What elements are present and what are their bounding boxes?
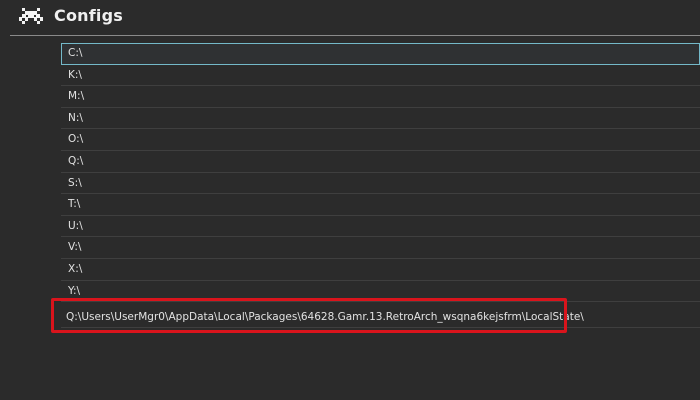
directory-item-label: C:\ xyxy=(68,47,83,59)
directory-item[interactable]: U:\ xyxy=(61,216,700,238)
directory-item[interactable]: T:\ xyxy=(61,194,700,216)
directory-item-label: S:\ xyxy=(68,176,82,189)
directory-list: C:\ K:\ M:\ N:\ O:\ Q:\ S:\ T:\ U:\ V:\ X:\ Y:\ Q:\… xyxy=(61,43,700,329)
directory-item-label: X:\ xyxy=(68,262,83,275)
directory-item[interactable]: C:\ xyxy=(61,43,700,65)
retroarch-logo-icon xyxy=(19,8,43,24)
directory-item[interactable]: M:\ xyxy=(61,86,700,108)
header-bar: Configs xyxy=(0,0,700,36)
directory-item[interactable]: X:\ xyxy=(61,259,700,281)
directory-item-label: T:\ xyxy=(68,198,81,211)
directory-item-label: O:\ xyxy=(68,133,84,146)
directory-item-label: K:\ xyxy=(68,68,82,81)
directory-item[interactable]: N:\ xyxy=(61,108,700,130)
page-title: Configs xyxy=(54,6,123,25)
directory-item[interactable]: V:\ xyxy=(61,237,700,259)
red-highlight-annotation xyxy=(51,298,567,333)
directory-item-label: Q:\ xyxy=(68,154,84,167)
directory-item-label: U:\ xyxy=(68,219,83,232)
directory-item[interactable]: Q:\ xyxy=(61,151,700,173)
directory-item-label: M:\ xyxy=(68,90,85,103)
directory-item-label: Y:\ xyxy=(68,284,81,297)
directory-item[interactable]: S:\ xyxy=(61,173,700,195)
directory-item[interactable]: K:\ xyxy=(61,65,700,87)
directory-item-label: N:\ xyxy=(68,111,83,124)
directory-item-label: V:\ xyxy=(68,241,82,254)
header-divider xyxy=(10,35,700,36)
directory-item[interactable]: O:\ xyxy=(61,129,700,151)
